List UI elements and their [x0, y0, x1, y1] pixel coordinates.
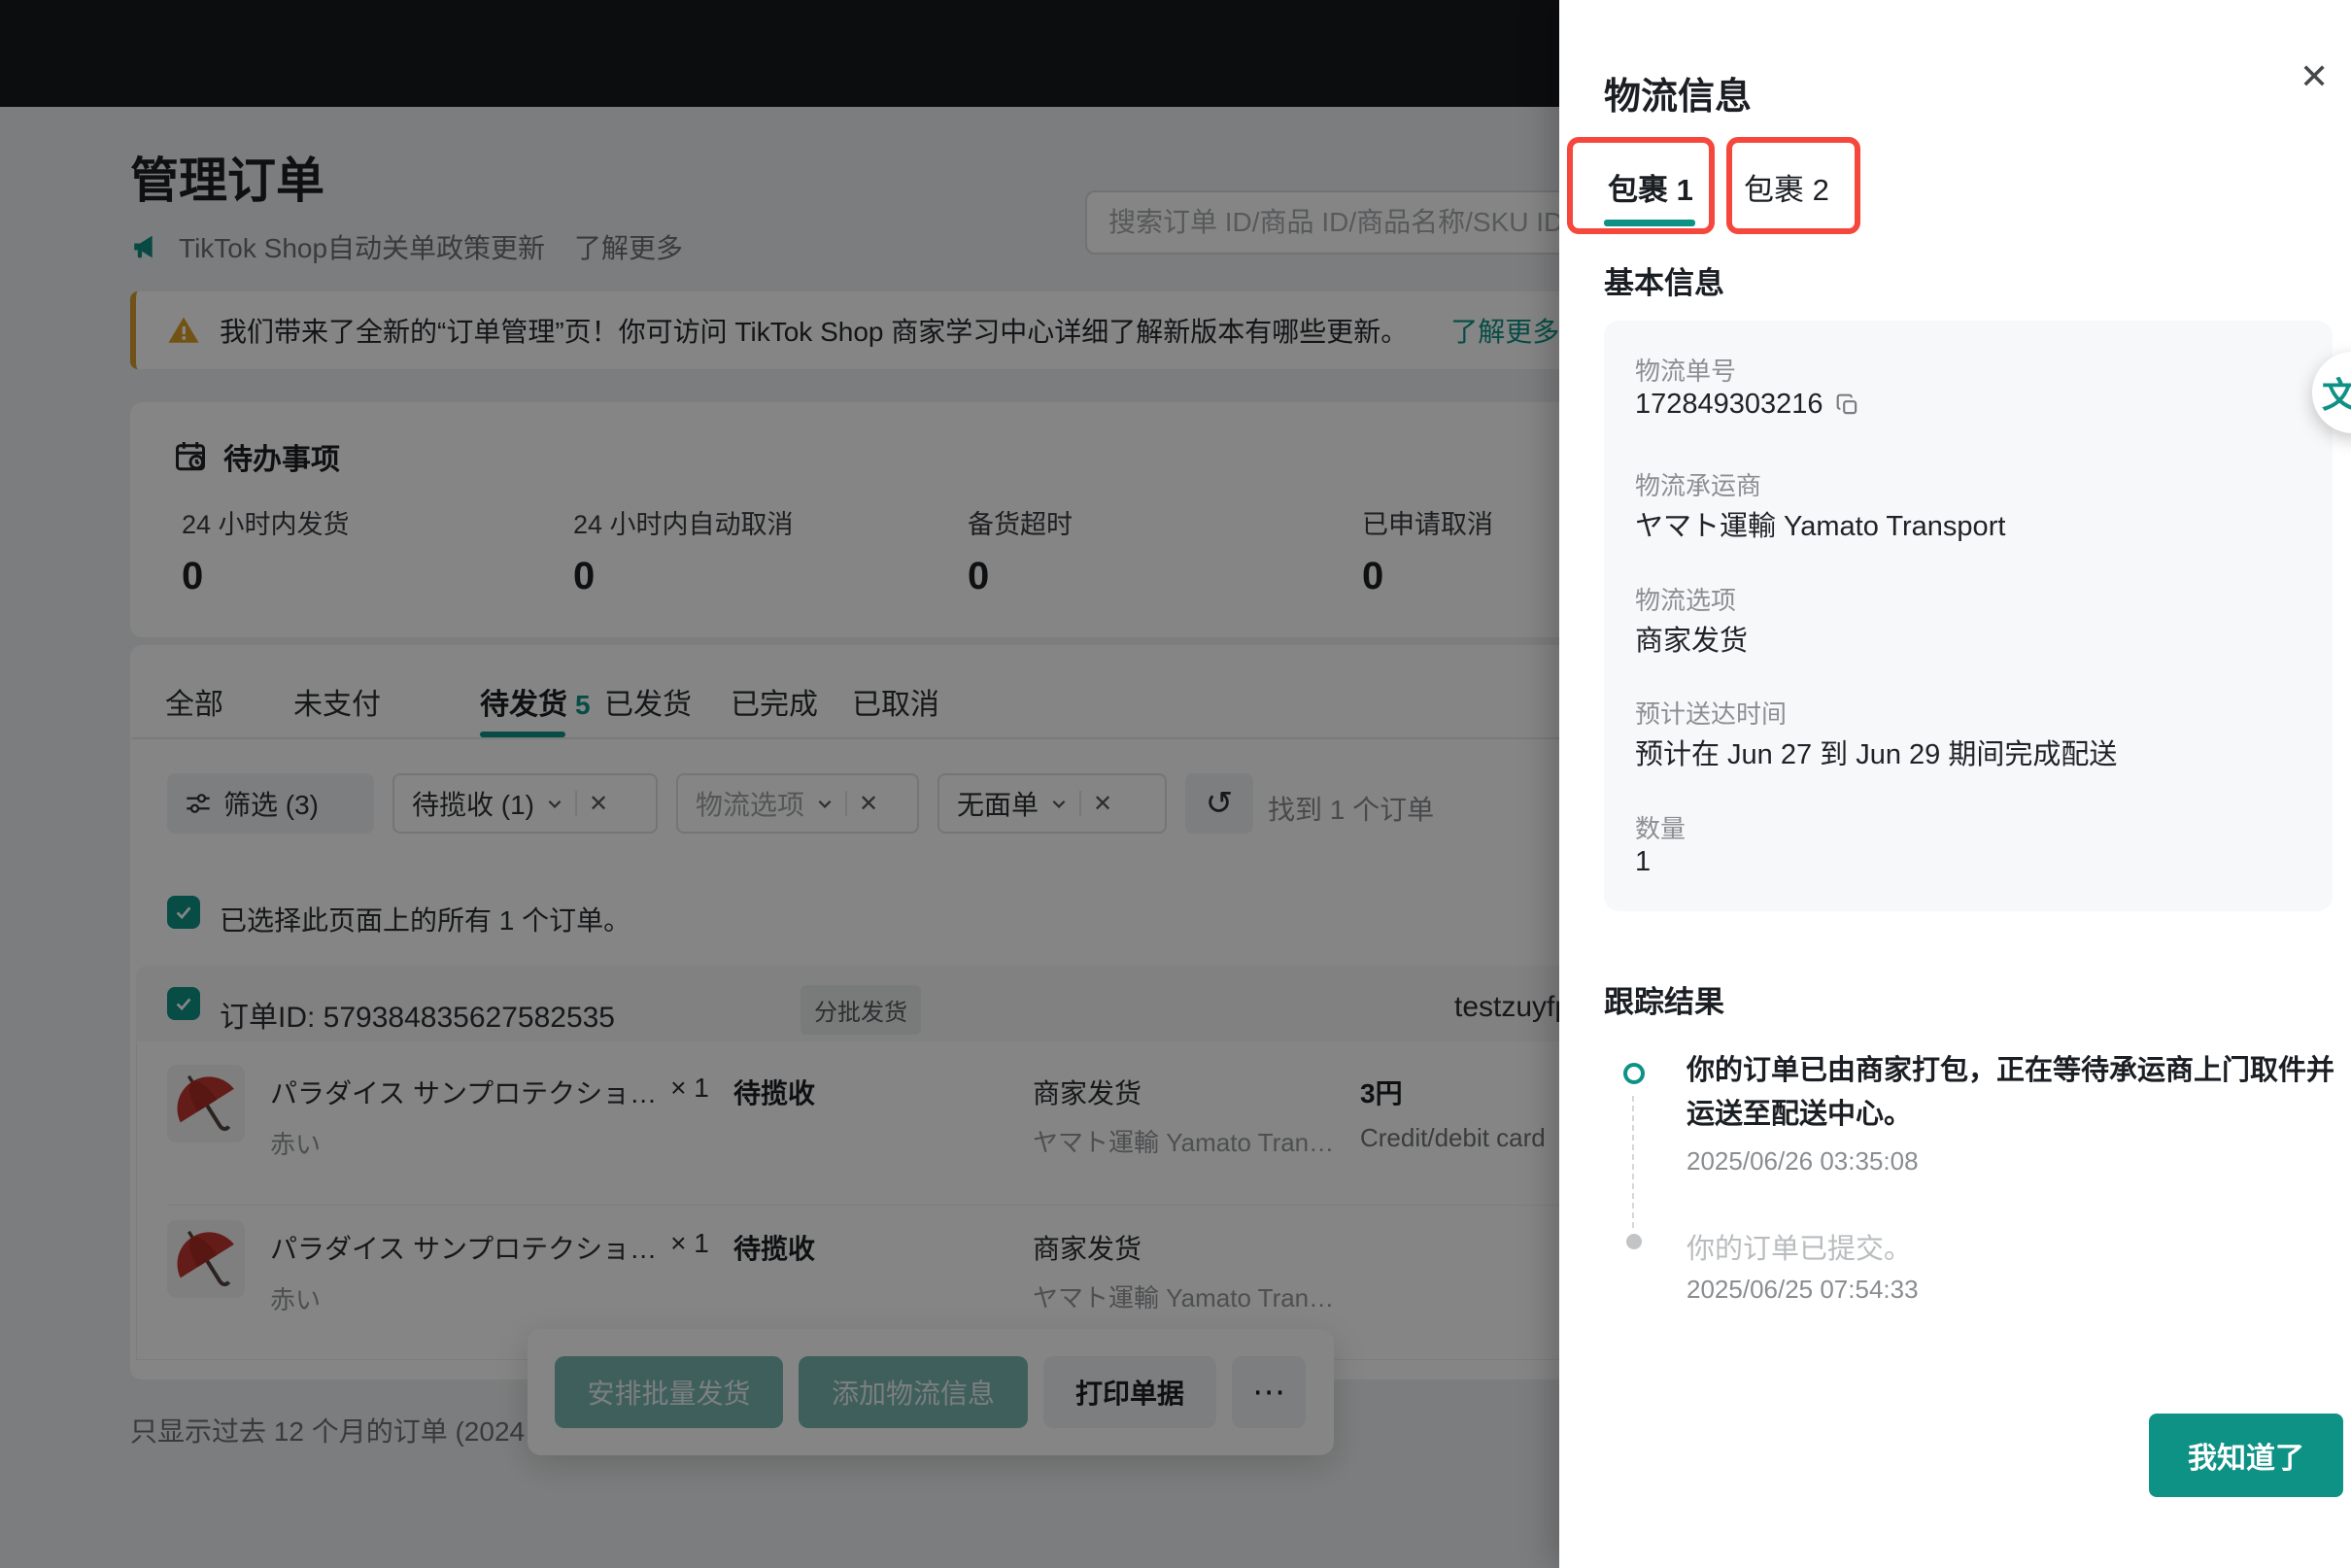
timeline-current-marker — [1623, 1063, 1645, 1084]
field-label: 物流单号 — [1635, 357, 1737, 386]
field-value: 1 — [1635, 846, 1652, 877]
annotation-box-package-1 — [1567, 137, 1715, 234]
field-label: 物流承运商 — [1635, 471, 1762, 500]
annotation-box-package-2 — [1726, 137, 1860, 234]
acknowledge-button[interactable]: 我知道了 — [2149, 1414, 2343, 1497]
tracking-event-time: 2025/06/26 03:35:08 — [1687, 1146, 1919, 1176]
logistics-info-panel: ✕ 物流信息 包裹 1 包裹 2 基本信息 物流单号 172849303216 … — [1559, 0, 2351, 1568]
tracking-event-text: 你的订单已由商家打包，正在等待承运商上门取件并运送至配送中心。 — [1687, 1055, 2335, 1130]
copy-icon[interactable] — [1835, 392, 1860, 418]
basic-info-card: 物流单号 172849303216 物流承运商 ヤマト運輸 Yamato Tra… — [1604, 321, 2333, 911]
field-label: 物流选项 — [1635, 586, 1737, 615]
timeline-connector — [1632, 1096, 1634, 1228]
tracking-number: 172849303216 — [1635, 389, 1823, 420]
basic-info-title: 基本信息 — [1604, 266, 1724, 300]
field-label: 预计送达时间 — [1635, 699, 1788, 729]
seller-center-app: 管理订单 TikTok Shop自动关单政策更新 了解更多 我们带来了全新的“订… — [0, 0, 2351, 1568]
tracking-event-text: 你的订单已提交。 — [1687, 1234, 1913, 1265]
field-value: 商家发货 — [1635, 626, 1749, 657]
field-value: 预计在 Jun 27 到 Jun 29 期间完成配送 — [1635, 739, 2118, 770]
panel-title: 物流信息 — [1604, 77, 1753, 118]
timeline-past-marker — [1626, 1234, 1642, 1249]
field-label: 数量 — [1635, 814, 1687, 843]
close-icon[interactable]: ✕ — [2300, 56, 2329, 97]
tracking-number-row: 172849303216 — [1635, 389, 1860, 421]
field-value: ヤマト運輸 Yamato Transport — [1635, 511, 2006, 542]
tracking-results-title: 跟踪结果 — [1604, 985, 1724, 1019]
translate-icon: 文 — [2322, 375, 2351, 415]
tracking-event-time: 2025/06/25 07:54:33 — [1687, 1275, 1919, 1304]
